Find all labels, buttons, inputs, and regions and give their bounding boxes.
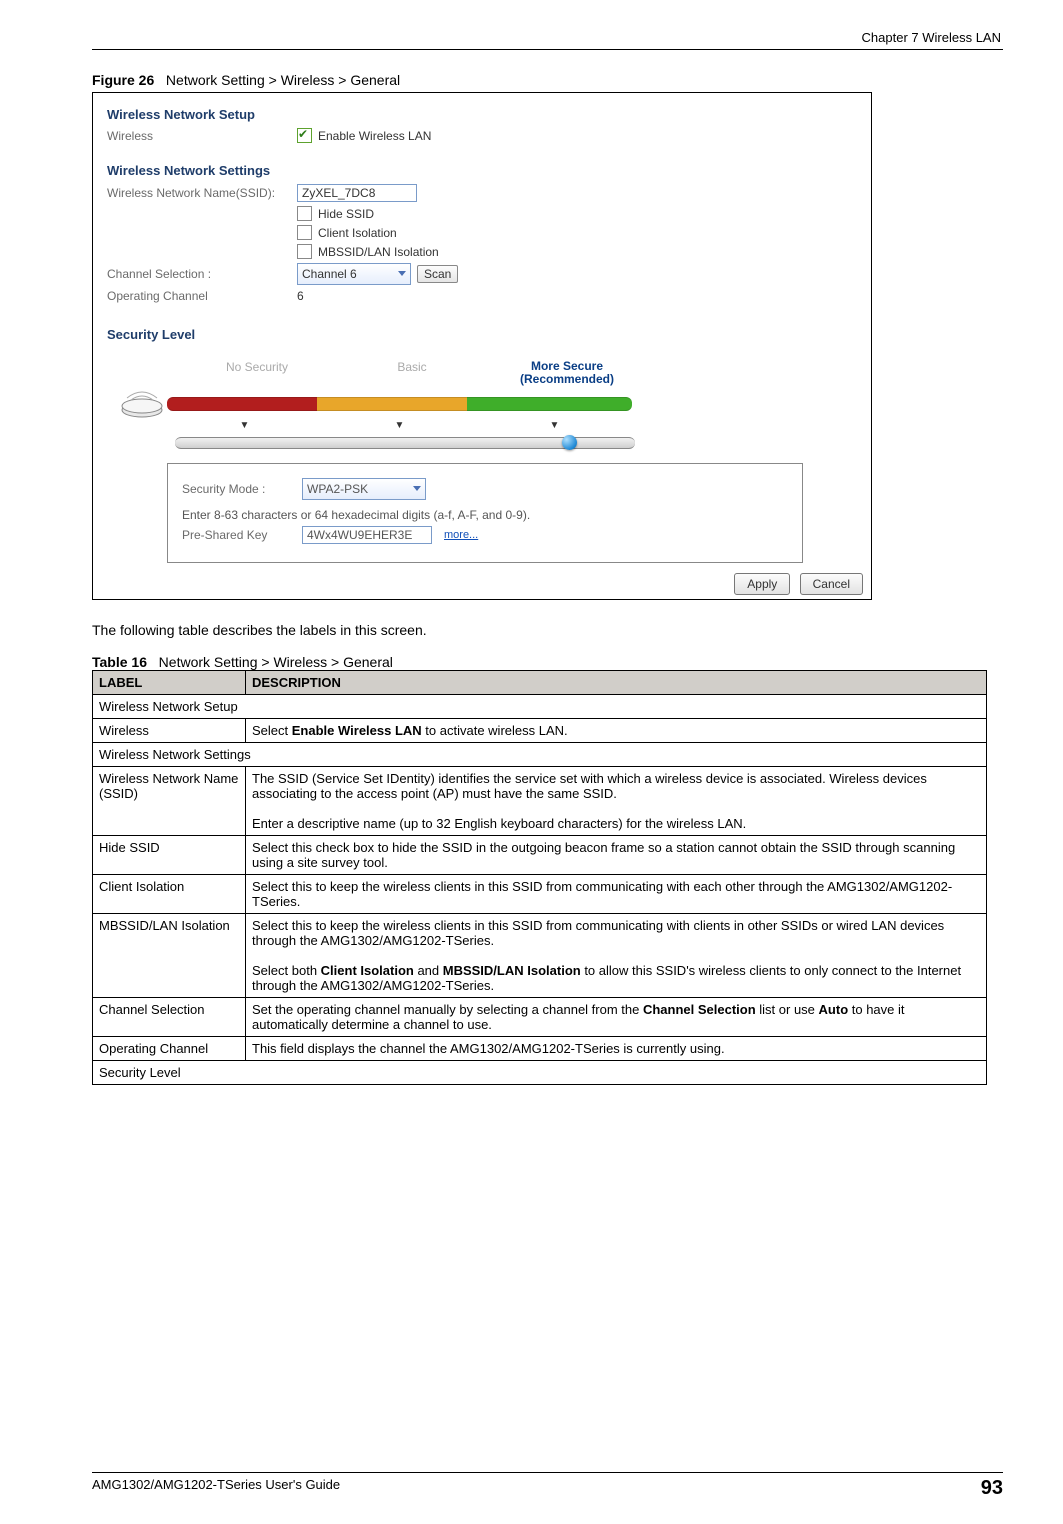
description-table: LABEL DESCRIPTION Wireless Network Setup… xyxy=(92,670,987,1085)
table-desc-cell: This field displays the channel the AMG1… xyxy=(246,1037,987,1061)
table-label-cell: Operating Channel xyxy=(93,1037,246,1061)
hide-ssid-checkbox[interactable] xyxy=(297,206,312,221)
security-no-label: No Security xyxy=(177,360,337,386)
section-wireless-settings: Wireless Network Settings xyxy=(107,163,863,178)
channel-selection-label: Channel Selection : xyxy=(107,267,297,281)
ssid-label: Wireless Network Name(SSID): xyxy=(107,186,297,200)
table-section-row: Wireless Network Settings xyxy=(93,743,987,767)
client-isolation-checkbox[interactable] xyxy=(297,225,312,240)
table-number: Table 16 xyxy=(92,654,147,670)
post-figure-text: The following table describes the labels… xyxy=(92,622,1003,638)
footer-rule xyxy=(92,1472,1003,1473)
operating-channel-label: Operating Channel xyxy=(107,289,297,303)
table-desc-cell: Select this to keep the wireless clients… xyxy=(246,914,987,998)
table-label-cell: Wireless Network Name (SSID) xyxy=(93,767,246,836)
security-more-l2: (Recommended) xyxy=(520,372,614,386)
security-basic-label: Basic xyxy=(337,360,487,386)
table-desc-cell: Select Enable Wireless LAN to activate w… xyxy=(246,719,987,743)
operating-channel-value: 6 xyxy=(297,289,304,303)
hide-ssid-label: Hide SSID xyxy=(318,207,374,221)
table-desc-cell: Set the operating channel manually by se… xyxy=(246,998,987,1037)
table-desc-cell: Select this check box to hide the SSID i… xyxy=(246,836,987,875)
enable-wlan-checkbox[interactable] xyxy=(297,128,312,143)
section-wireless-setup: Wireless Network Setup xyxy=(107,107,863,122)
mbssid-isolation-checkbox[interactable] xyxy=(297,244,312,259)
wireless-label: Wireless xyxy=(107,129,297,143)
security-bar-green xyxy=(467,397,632,411)
figure-title: Network Setting > Wireless > General xyxy=(166,72,400,88)
client-isolation-label: Client Isolation xyxy=(318,226,397,240)
security-more-l1: More Secure xyxy=(531,359,603,373)
table-label-cell: Hide SSID xyxy=(93,836,246,875)
table-title: Network Setting > Wireless > General xyxy=(159,654,393,670)
security-bar-yellow xyxy=(317,397,467,411)
security-settings-box: Security Mode : WPA2-PSK Enter 8-63 char… xyxy=(167,463,803,563)
footer-page: 93 xyxy=(981,1477,1003,1500)
figure-caption: Figure 26 Network Setting > Wireless > G… xyxy=(92,72,1003,88)
more-link[interactable]: more... xyxy=(444,529,478,541)
apply-button[interactable]: Apply xyxy=(734,573,790,595)
table-caption: Table 16 Network Setting > Wireless > Ge… xyxy=(92,654,1003,670)
slider-knob[interactable] xyxy=(562,435,577,450)
table-section-row: Security Level xyxy=(93,1061,987,1085)
table-label-cell: MBSSID/LAN Isolation xyxy=(93,914,246,998)
mbssid-isolation-label: MBSSID/LAN Isolation xyxy=(318,245,439,259)
tick-mark: ▼ xyxy=(167,420,322,431)
security-mode-select[interactable]: WPA2-PSK xyxy=(302,478,426,500)
header-rule xyxy=(92,49,1003,50)
table-desc-cell: Select this to keep the wireless clients… xyxy=(246,875,987,914)
router-icon xyxy=(117,388,167,420)
psk-input[interactable]: 4Wx4WU9EHER3E xyxy=(302,526,432,544)
ssid-input[interactable]: ZyXEL_7DC8 xyxy=(297,184,417,202)
scan-button[interactable]: Scan xyxy=(417,265,458,283)
chapter-header: Chapter 7 Wireless LAN xyxy=(92,30,1003,45)
figure-number: Figure 26 xyxy=(92,72,154,88)
col-description: DESCRIPTION xyxy=(246,671,987,695)
tick-mark: ▼ xyxy=(477,420,632,431)
enable-wlan-label: Enable Wireless LAN xyxy=(318,129,431,143)
footer-guide: AMG1302/AMG1202-TSeries User's Guide xyxy=(92,1477,340,1500)
security-bar-red xyxy=(167,397,317,411)
screenshot-figure: Wireless Network Setup Wireless Enable W… xyxy=(92,92,872,600)
section-security: Security Level xyxy=(107,327,863,342)
psk-hint: Enter 8-63 characters or 64 hexadecimal … xyxy=(182,508,788,522)
table-section-row: Wireless Network Setup xyxy=(93,695,987,719)
table-label-cell: Wireless xyxy=(93,719,246,743)
table-label-cell: Client Isolation xyxy=(93,875,246,914)
col-label: LABEL xyxy=(93,671,246,695)
security-more-label: More Secure (Recommended) xyxy=(487,360,647,386)
channel-select[interactable]: Channel 6 xyxy=(297,263,411,285)
tick-mark: ▼ xyxy=(322,420,477,431)
cancel-button[interactable]: Cancel xyxy=(800,573,863,595)
security-mode-label: Security Mode : xyxy=(182,482,302,496)
table-label-cell: Channel Selection xyxy=(93,998,246,1037)
psk-label: Pre-Shared Key xyxy=(182,528,302,542)
table-desc-cell: The SSID (Service Set IDentity) identifi… xyxy=(246,767,987,836)
security-slider[interactable] xyxy=(175,437,635,449)
